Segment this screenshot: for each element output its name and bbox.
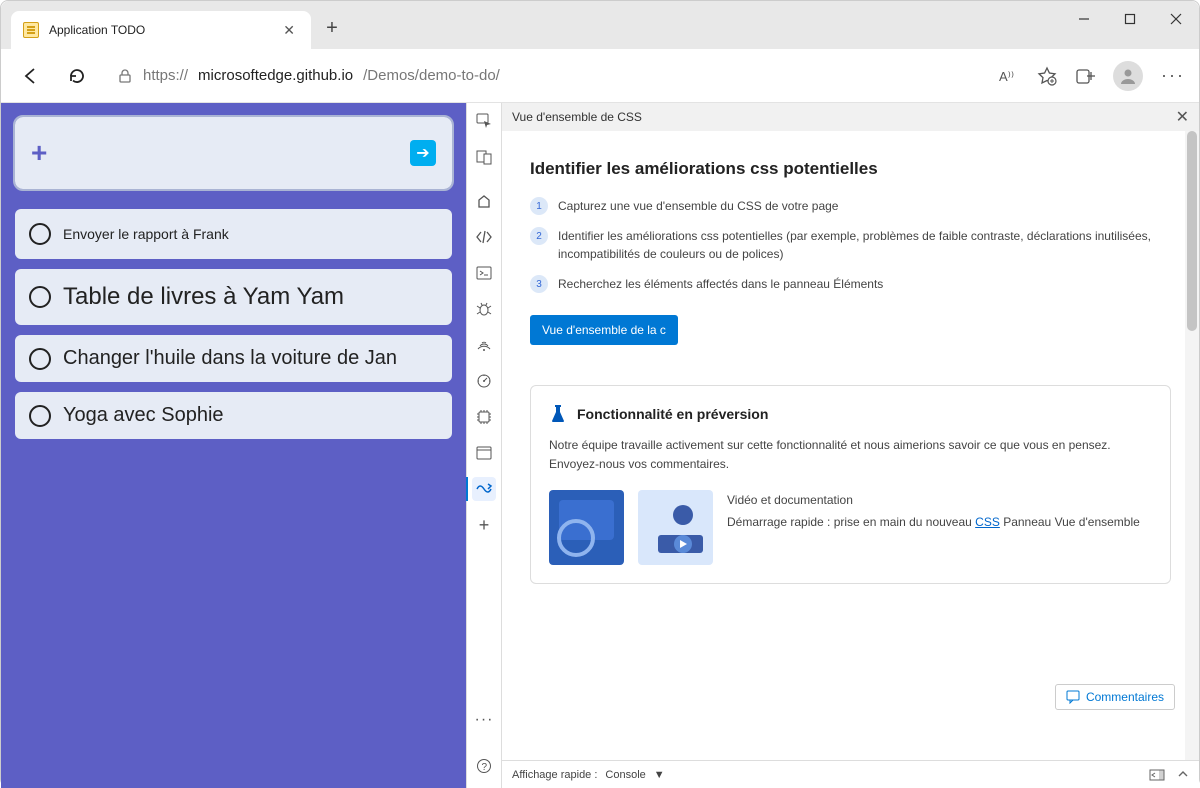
quickstart-line: Démarrage rapide : prise en main du nouv… (727, 512, 1140, 534)
application-icon[interactable] (472, 441, 496, 465)
minimize-button[interactable] (1061, 1, 1107, 37)
window-controls (1061, 1, 1199, 37)
doc-thumbnail[interactable] (549, 490, 624, 565)
device-toggle-icon[interactable] (472, 145, 496, 169)
add-task-card[interactable]: + ➔ (15, 117, 452, 189)
expand-drawer-icon[interactable] (1177, 769, 1189, 781)
maximize-button[interactable] (1107, 1, 1153, 37)
collections-button[interactable] (1075, 66, 1095, 86)
browser-tab[interactable]: Application TODO ✕ (11, 11, 311, 49)
welcome-icon[interactable] (472, 189, 496, 213)
address-bar: https:// microsoftedge.github.io/Demos/de… (1, 49, 1199, 103)
close-panel-button[interactable]: ✕ (1176, 107, 1189, 127)
performance-icon[interactable] (472, 369, 496, 393)
panel-heading: Identifier les améliorations css potenti… (530, 159, 1171, 179)
drawer-console-tab[interactable]: Console (605, 769, 645, 781)
task-checkbox[interactable] (29, 223, 51, 245)
video-thumbnail[interactable] (638, 490, 713, 565)
console-icon[interactable] (472, 261, 496, 285)
preview-title: Fonctionnalité en préversion (577, 406, 768, 422)
back-button[interactable] (15, 60, 47, 92)
task-label: Yoga avec Sophie (63, 404, 224, 427)
todo-app: + ➔ Envoyer le rapport à Frank Table de … (1, 103, 466, 788)
capture-overview-button[interactable]: Vue d'ensemble de la c (530, 315, 678, 345)
close-tab-button[interactable]: ✕ (279, 20, 299, 41)
memory-icon[interactable] (472, 405, 496, 429)
task-checkbox[interactable] (29, 405, 51, 427)
url-scheme: https:// (143, 67, 188, 84)
plus-icon: + (31, 137, 47, 169)
help-icon[interactable]: ? (472, 754, 496, 778)
elements-icon[interactable] (472, 225, 496, 249)
new-tab-button[interactable]: + (317, 13, 347, 43)
task-label: Envoyer le rapport à Frank (63, 226, 229, 242)
flask-icon (549, 404, 567, 424)
steps-list: 1 Capturez une vue d'ensemble du CSS de v… (530, 197, 1171, 293)
scrollbar[interactable] (1185, 131, 1199, 760)
video-doc-label: Vidéo et documentation (727, 490, 1140, 512)
drawer-label: Affichage rapide : (512, 769, 597, 781)
svg-text:?: ? (482, 762, 488, 773)
panel-header: Vue d'ensemble de CSS ✕ (502, 103, 1199, 131)
step-text: Identifier les améliorations css potenti… (558, 227, 1171, 263)
url-host: microsoftedge.github.io (198, 67, 353, 84)
task-label: Changer l'huile dans la voiture de Jan (63, 347, 397, 370)
step-number: 3 (530, 275, 548, 293)
devtools-more-icon[interactable]: ··· (472, 708, 496, 732)
sources-bug-icon[interactable] (472, 297, 496, 321)
devtools-panel: Vue d'ensemble de CSS ✕ Identifier les a… (502, 103, 1199, 788)
clipboard-icon (23, 22, 39, 38)
task-item[interactable]: Envoyer le rapport à Frank (15, 209, 452, 259)
scrollbar-thumb[interactable] (1187, 131, 1197, 331)
inspect-icon[interactable] (472, 109, 496, 133)
refresh-button[interactable] (61, 60, 93, 92)
step-number: 1 (530, 197, 548, 215)
feedback-button[interactable]: Commentaires (1055, 684, 1175, 710)
submit-task-button[interactable]: ➔ (410, 140, 436, 166)
settings-menu-button[interactable]: ··· (1161, 65, 1185, 86)
svg-text:A⁾⁾: A⁾⁾ (999, 69, 1014, 84)
step-text: Recherchez les éléments affectés dans le… (558, 275, 883, 293)
lock-icon (117, 68, 133, 84)
task-item[interactable]: Changer l'huile dans la voiture de Jan (15, 335, 452, 382)
more-tools-icon[interactable]: + (472, 513, 496, 537)
step-text: Capturez une vue d'ensemble du CSS de vo… (558, 197, 838, 215)
dock-icon[interactable] (1149, 769, 1165, 781)
css-link[interactable]: CSS (975, 515, 1000, 529)
devtools-activity-bar: + ··· ? (466, 103, 502, 788)
tab-title: Application TODO (49, 23, 269, 37)
url-path: /Demos/demo-to-do/ (363, 67, 500, 84)
devtools-drawer: Affichage rapide : Console ▼ (502, 760, 1199, 788)
css-overview-icon[interactable] (472, 477, 496, 501)
task-checkbox[interactable] (29, 348, 51, 370)
preview-feature-card: Fonctionnalité en préversion Notre équip… (530, 385, 1171, 584)
read-aloud-button[interactable]: A⁾⁾ (999, 66, 1019, 86)
task-label: Table de livres à Yam Yam (63, 283, 344, 311)
window-titlebar: Application TODO ✕ + (1, 1, 1199, 49)
drawer-dropdown-icon[interactable]: ▼ (654, 769, 665, 781)
step-number: 2 (530, 227, 548, 245)
task-item[interactable]: Yoga avec Sophie (15, 392, 452, 439)
favorites-button[interactable] (1037, 66, 1057, 86)
profile-button[interactable] (1113, 61, 1143, 91)
url-field[interactable]: https:// microsoftedge.github.io/Demos/de… (107, 59, 985, 93)
network-icon[interactable] (472, 333, 496, 357)
panel-title: Vue d'ensemble de CSS (512, 110, 642, 124)
task-item[interactable]: Table de livres à Yam Yam (15, 269, 452, 325)
task-checkbox[interactable] (29, 286, 51, 308)
close-window-button[interactable] (1153, 1, 1199, 37)
preview-text: Notre équipe travaille activement sur ce… (549, 436, 1152, 474)
